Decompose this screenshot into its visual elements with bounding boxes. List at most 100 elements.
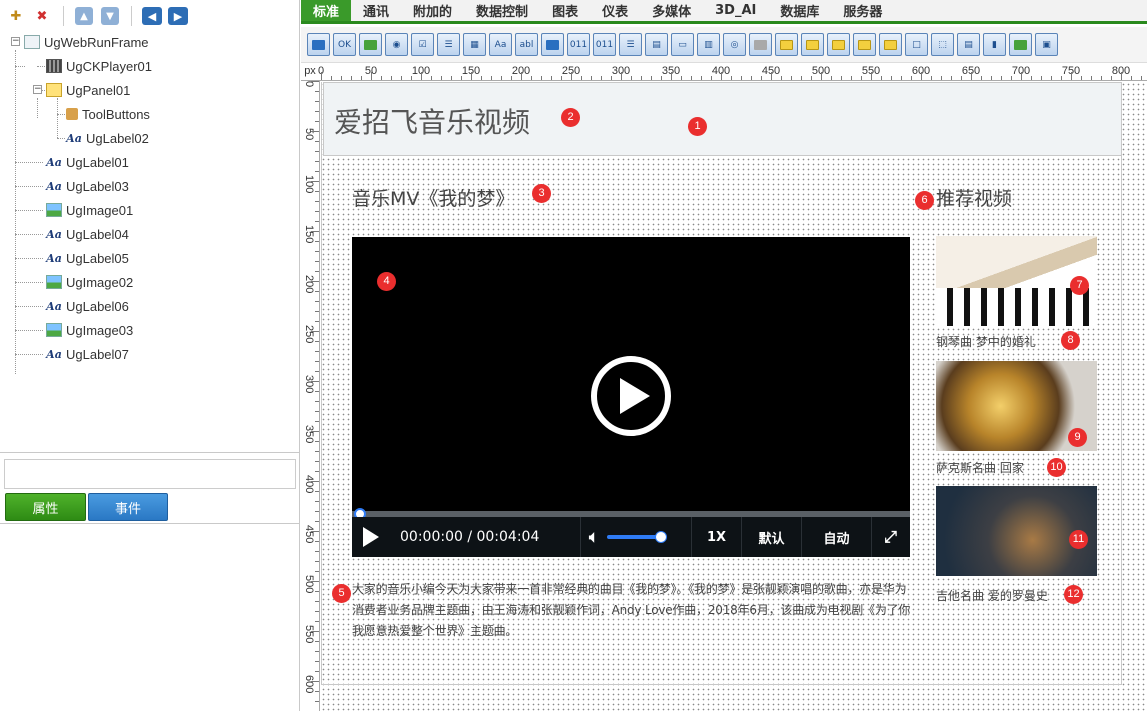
toolbar-separator: [56, 6, 64, 26]
panel-yellow-3-icon[interactable]: [827, 33, 850, 56]
video-player[interactable]: 00:00:00 / 00:04:04 🔈︎ 1X 默认 自动 ⤢ 4: [352, 237, 910, 557]
number-component-icon[interactable]: 011: [567, 33, 590, 56]
ruler-tick: [471, 72, 472, 80]
move-right-button[interactable]: ▶: [166, 5, 190, 27]
fullscreen-button[interactable]: ⤢: [871, 517, 909, 557]
ruler-tick: [311, 381, 319, 382]
tab-data-control[interactable]: 数据控制: [464, 0, 540, 21]
add-node-icon[interactable]: ✚: [4, 5, 28, 27]
volume-slider[interactable]: [606, 531, 667, 543]
tree-node-label07[interactable]: Aa UgLabel07: [46, 342, 129, 366]
tab-database[interactable]: 数据库: [768, 0, 831, 21]
playback-rate-button[interactable]: 1X: [691, 517, 741, 557]
checkbox-component-icon[interactable]: [307, 33, 330, 56]
page-component-icon[interactable]: ▤: [957, 33, 980, 56]
ruler-tick: [751, 76, 752, 80]
thumbnail-caption[interactable]: 萨克斯名曲 回家: [936, 459, 1024, 476]
listbox-component-icon[interactable]: ☰: [619, 33, 642, 56]
delete-node-icon[interactable]: ✖: [30, 5, 54, 27]
thumbnail-caption[interactable]: 钢琴曲 梦中的婚礼: [936, 333, 1036, 350]
panel-yellow-5-icon[interactable]: [879, 33, 902, 56]
tree-node-label04[interactable]: Aa UgLabel04: [46, 222, 129, 246]
header-panel[interactable]: 爱招飞音乐视频 2 1: [323, 82, 1122, 156]
play-button[interactable]: [352, 517, 390, 557]
tree-node-label: UgImage02: [66, 274, 134, 290]
big-play-button[interactable]: [591, 356, 671, 436]
design-canvas[interactable]: 爱招飞音乐视频 2 1 音乐MV《我的梦》 3 推荐视频 6 00:00:00 …: [321, 82, 1147, 711]
tab-communication[interactable]: 通讯: [351, 0, 401, 21]
move-up-button[interactable]: ▲: [72, 5, 96, 27]
panel-yellow-1-icon[interactable]: [775, 33, 798, 56]
tree-node-ckplayer[interactable]: UgCKPlayer01: [46, 54, 152, 78]
tree-node-label02[interactable]: Aa UgLabel02: [66, 126, 149, 150]
ruler-tick: [315, 611, 319, 612]
grid-component-icon[interactable]: ▦: [463, 33, 486, 56]
song-description[interactable]: 大家的音乐小编今天为大家带来一首非常经典的曲目《我的梦》。《我的梦》是张靓颖演唱…: [352, 579, 912, 642]
ruler-tick: [981, 76, 982, 80]
ok-button-component-icon[interactable]: OK: [333, 33, 356, 56]
tab-multimedia[interactable]: 多媒体: [640, 0, 703, 21]
tree-node-panel[interactable]: UgPanel01: [46, 78, 130, 102]
auto-button[interactable]: 自动: [801, 517, 871, 557]
site-title[interactable]: 爱招飞音乐视频: [334, 101, 530, 141]
recommend-heading[interactable]: 推荐视频: [936, 184, 1012, 211]
panel-yellow-4-icon[interactable]: [853, 33, 876, 56]
label-component-icon[interactable]: Aa: [489, 33, 512, 56]
property-search-input[interactable]: [4, 459, 296, 489]
tree-node-label05[interactable]: Aa UgLabel05: [46, 246, 129, 270]
tree-node-webrunframe[interactable]: UgWebRunFrame: [24, 30, 149, 54]
tab-standard[interactable]: 标准: [301, 0, 352, 21]
shape-component-icon[interactable]: □: [905, 33, 928, 56]
ruler-tick: [315, 521, 319, 522]
tab-3d-ai[interactable]: 3D_AI: [703, 0, 768, 21]
collapse-toggle[interactable]: −: [11, 37, 20, 46]
tree-node-image02[interactable]: UgImage02: [46, 270, 133, 294]
bevel-component-icon[interactable]: ⬚: [931, 33, 954, 56]
film-component-icon[interactable]: ▮: [983, 33, 1006, 56]
tree-node-image03[interactable]: UgImage03: [46, 318, 133, 342]
spin-component-icon[interactable]: 011: [593, 33, 616, 56]
move-down-button[interactable]: ▼: [98, 5, 122, 27]
tab-chart[interactable]: 图表: [540, 0, 590, 21]
collapse-toggle[interactable]: −: [33, 85, 42, 94]
edit-component-icon[interactable]: abl: [515, 33, 538, 56]
tab-additional[interactable]: 附加的: [401, 0, 464, 21]
play-icon: [363, 527, 379, 547]
combo-component-icon[interactable]: [541, 33, 564, 56]
panel-component-icon[interactable]: [359, 33, 382, 56]
ruler-tick: [311, 281, 319, 282]
volume-icon[interactable]: 🔈︎: [589, 527, 599, 547]
ruler-tick: [311, 531, 319, 532]
ruler-tick: [315, 661, 319, 662]
thumbnail-caption[interactable]: 吉他名曲 爱的罗曼史: [936, 587, 1048, 604]
video-heading[interactable]: 音乐MV《我的梦》: [352, 184, 514, 211]
tree-node-image01[interactable]: UgImage01: [46, 198, 133, 222]
frame-icon: [24, 35, 40, 49]
scrollbox-component-icon[interactable]: ▥: [697, 33, 720, 56]
frame-component-icon[interactable]: [749, 33, 772, 56]
ruler-tick: [1031, 76, 1032, 80]
ruler-tick: [1131, 76, 1132, 80]
ruler-tick: [361, 76, 362, 80]
tree-node-label01[interactable]: Aa UgLabel01: [46, 150, 129, 174]
list-component-icon[interactable]: ☰: [437, 33, 460, 56]
memo-component-icon[interactable]: ▤: [645, 33, 668, 56]
tab-server[interactable]: 服务器: [831, 0, 894, 21]
pagecontrol-component-icon[interactable]: [1009, 33, 1032, 56]
tree-node-label03[interactable]: Aa UgLabel03: [46, 174, 129, 198]
ruler-tick: [621, 72, 622, 80]
tabs-component-icon[interactable]: ▭: [671, 33, 694, 56]
events-button[interactable]: 事件: [88, 493, 168, 521]
move-left-button[interactable]: ◀: [140, 5, 164, 27]
definition-button[interactable]: 默认: [741, 517, 801, 557]
tree-node-label06[interactable]: Aa UgLabel06: [46, 294, 129, 318]
picture-component-icon[interactable]: ▣: [1035, 33, 1058, 56]
panel-yellow-2-icon[interactable]: [801, 33, 824, 56]
radio-component-icon[interactable]: ◉: [385, 33, 408, 56]
image-component-icon[interactable]: ◎: [723, 33, 746, 56]
volume-control[interactable]: 🔈︎: [580, 517, 691, 557]
check-component-icon[interactable]: ☑: [411, 33, 434, 56]
properties-button[interactable]: 属性: [5, 493, 86, 521]
tree-node-toolbuttons[interactable]: ToolButtons: [66, 102, 150, 126]
tab-gauge[interactable]: 仪表: [590, 0, 640, 21]
